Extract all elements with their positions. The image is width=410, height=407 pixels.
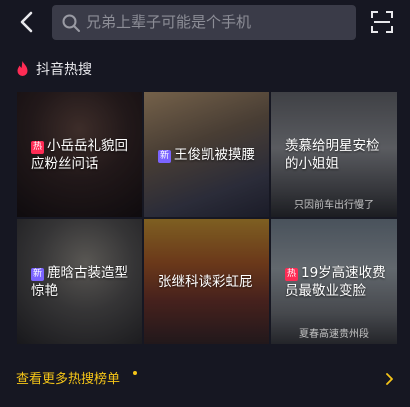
tile-text: 小岳岳礼貌回应粉丝问话 (31, 137, 128, 172)
chevron-right-icon (386, 373, 393, 385)
back-chevron-icon[interactable] (14, 8, 40, 36)
tile-text: 19岁高速收费员最敬业变脸 (285, 264, 386, 299)
tile-caption: 新王俊凯被摸腰 (158, 146, 261, 164)
tile-text: 张继科读彩虹屁 (158, 273, 253, 290)
search-icon (62, 14, 80, 32)
video-subtitle: 只因前车出行慢了 (294, 200, 374, 211)
more-hot-search-label: 查看更多热搜榜单 (16, 372, 121, 387)
unread-dot (133, 371, 137, 375)
hot-search-header: 抖音热搜 (16, 57, 92, 81)
tile-caption: 张继科读彩虹屁 (158, 273, 261, 291)
tile-caption: 羡慕给明星安检的小姐姐 (285, 137, 389, 173)
hot-badge: 热 (31, 140, 44, 154)
hot-search-tile[interactable]: 热小岳岳礼貌回应粉丝问话 (17, 92, 142, 217)
tile-text: 鹿晗古装造型惊艳 (31, 264, 128, 299)
tile-caption: 新鹿晗古装造型惊艳 (31, 264, 134, 300)
hot-badge: 热 (285, 267, 298, 281)
scan-icon[interactable] (371, 11, 393, 33)
hot-search-tile[interactable]: 羡慕给明星安检的小姐姐 只因前车出行慢了 (271, 92, 397, 217)
new-badge: 新 (31, 267, 44, 281)
search-input[interactable]: 兄弟上辈子可能是个手机 (52, 5, 356, 40)
more-hot-search-link[interactable]: 查看更多热搜榜单 (16, 368, 396, 390)
hot-search-tile[interactable]: 张继科读彩虹屁 (144, 219, 269, 344)
hot-search-tile[interactable]: 新王俊凯被摸腰 (144, 92, 269, 217)
tile-caption: 热 19岁高速收费员最敬业变脸 (285, 264, 389, 300)
section-title: 抖音热搜 (36, 62, 92, 78)
tile-text: 羡慕给明星安检的小姐姐 (285, 137, 380, 172)
search-placeholder: 兄弟上辈子可能是个手机 (86, 13, 252, 31)
hot-search-tile[interactable]: 热 19岁高速收费员最敬业变脸 夏春高速贵州段 (271, 219, 397, 344)
flame-icon (17, 61, 28, 76)
tile-text: 王俊凯被摸腰 (174, 146, 255, 163)
new-badge: 新 (158, 149, 171, 163)
hot-search-tile[interactable]: 新鹿晗古装造型惊艳 (17, 219, 142, 344)
top-bar: 兄弟上辈子可能是个手机 (0, 0, 410, 44)
hot-search-grid: 热小岳岳礼貌回应粉丝问话 新王俊凯被摸腰 羡慕给明星安检的小姐姐 只因前车出行慢… (17, 92, 397, 344)
tile-caption: 热小岳岳礼貌回应粉丝问话 (31, 137, 134, 173)
video-subtitle: 夏春高速贵州段 (299, 329, 369, 340)
